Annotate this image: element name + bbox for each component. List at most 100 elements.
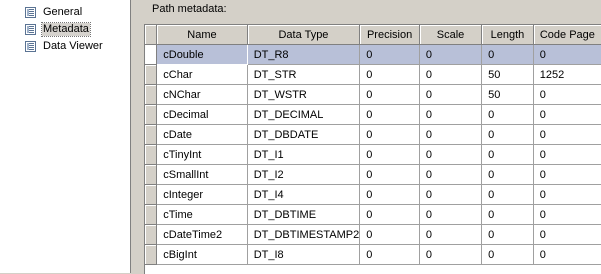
cell-precision[interactable]: 0 (359, 244, 420, 265)
column-header-length[interactable]: Length (481, 25, 534, 45)
table-row[interactable]: cNChar DT_WSTR 0 0 50 0 (145, 84, 601, 105)
cell-precision[interactable]: 0 (359, 144, 420, 165)
nav-item-general[interactable]: General (25, 5, 83, 20)
cell-name[interactable]: cNChar (156, 84, 248, 105)
row-header[interactable] (145, 204, 158, 225)
row-header[interactable] (145, 144, 158, 165)
cell-scale[interactable]: 0 (419, 164, 483, 185)
cell-scale[interactable]: 0 (419, 204, 483, 225)
nav-item-metadata[interactable]: Metadata (25, 22, 91, 37)
cell-length[interactable]: 0 (481, 124, 534, 145)
cell-name[interactable]: cDecimal (156, 104, 248, 125)
cell-length[interactable]: 0 (481, 44, 534, 65)
cell-data-type[interactable]: DT_I1 (247, 144, 361, 165)
cell-scale[interactable]: 0 (419, 244, 483, 265)
cell-code-page[interactable]: 0 (533, 104, 601, 125)
cell-scale[interactable]: 0 (419, 144, 483, 165)
cell-length[interactable]: 50 (481, 64, 534, 85)
row-header[interactable] (145, 124, 158, 145)
cell-precision[interactable]: 0 (359, 104, 420, 125)
cell-scale[interactable]: 0 (419, 84, 483, 105)
column-header-name[interactable]: Name (156, 25, 248, 45)
row-header[interactable] (145, 224, 158, 245)
cell-name[interactable]: cChar (156, 64, 248, 85)
column-header-data-type[interactable]: Data Type (247, 25, 361, 45)
cell-scale[interactable]: 0 (419, 64, 483, 85)
cell-precision[interactable]: 0 (359, 164, 420, 185)
cell-scale[interactable]: 0 (419, 44, 483, 65)
cell-code-page[interactable]: 0 (533, 144, 601, 165)
table-row[interactable]: cTime DT_DBTIME 0 0 0 0 (145, 204, 601, 225)
cell-length[interactable]: 0 (481, 104, 534, 125)
cell-name[interactable]: cBigInt (156, 244, 248, 265)
metadata-table: Name Data Type Precision Scale Length Co… (145, 25, 601, 265)
cell-data-type[interactable]: DT_STR (247, 64, 361, 85)
cell-data-type[interactable]: DT_I2 (247, 164, 361, 185)
nav-item-label: Metadata (41, 22, 91, 37)
metadata-grid[interactable]: Name Data Type Precision Scale Length Co… (144, 24, 601, 274)
cell-length[interactable]: 50 (481, 84, 534, 105)
cell-data-type[interactable]: DT_DBTIME (247, 204, 361, 225)
cell-scale[interactable]: 0 (419, 104, 483, 125)
cell-code-page[interactable]: 0 (533, 44, 601, 65)
cell-code-page[interactable]: 0 (533, 124, 601, 145)
cell-code-page[interactable]: 0 (533, 184, 601, 205)
nav-item-data-viewer[interactable]: Data Viewer (25, 39, 104, 54)
table-row[interactable]: cDouble DT_R8 0 0 0 0 (145, 44, 601, 65)
row-header[interactable] (145, 164, 158, 185)
cell-data-type[interactable]: DT_I4 (247, 184, 361, 205)
cell-precision[interactable]: 0 (359, 64, 420, 85)
row-header[interactable] (145, 184, 158, 205)
cell-data-type[interactable]: DT_DBDATE (247, 124, 361, 145)
cell-length[interactable]: 0 (481, 144, 534, 165)
cell-code-page[interactable]: 0 (533, 244, 601, 265)
column-header-code-page[interactable]: Code Page (533, 25, 601, 45)
cell-length[interactable]: 0 (481, 244, 534, 265)
column-header-precision[interactable]: Precision (359, 25, 420, 45)
cell-code-page[interactable]: 1252 (533, 64, 601, 85)
column-header-scale[interactable]: Scale (419, 25, 483, 45)
row-header[interactable] (145, 64, 158, 85)
cell-precision[interactable]: 0 (359, 184, 420, 205)
cell-length[interactable]: 0 (481, 164, 534, 185)
table-row[interactable]: cDate DT_DBDATE 0 0 0 0 (145, 124, 601, 145)
row-header[interactable] (145, 104, 158, 125)
cell-length[interactable]: 0 (481, 204, 534, 225)
cell-length[interactable]: 0 (481, 224, 534, 245)
cell-code-page[interactable]: 0 (533, 204, 601, 225)
table-row[interactable]: cTinyInt DT_I1 0 0 0 0 (145, 144, 601, 165)
table-row[interactable]: cDateTime2 DT_DBTIMESTAMP2 0 0 0 0 (145, 224, 601, 245)
row-header[interactable] (145, 84, 158, 105)
cell-precision[interactable]: 0 (359, 84, 420, 105)
cell-code-page[interactable]: 0 (533, 84, 601, 105)
cell-name[interactable]: cTinyInt (156, 144, 248, 165)
table-row[interactable]: cDecimal DT_DECIMAL 0 0 0 0 (145, 104, 601, 125)
cell-precision[interactable]: 0 (359, 204, 420, 225)
cell-scale[interactable]: 0 (419, 124, 483, 145)
table-row[interactable]: cBigInt DT_I8 0 0 0 0 (145, 244, 601, 265)
cell-name[interactable]: cInteger (156, 184, 248, 205)
cell-name[interactable]: cSmallInt (156, 164, 248, 185)
cell-data-type[interactable]: DT_DBTIMESTAMP2 (247, 224, 361, 245)
cell-code-page[interactable]: 0 (533, 164, 601, 185)
cell-scale[interactable]: 0 (419, 224, 483, 245)
cell-data-type[interactable]: DT_I8 (247, 244, 361, 265)
cell-precision[interactable]: 0 (359, 44, 420, 65)
table-row[interactable]: cSmallInt DT_I2 0 0 0 0 (145, 164, 601, 185)
table-row[interactable]: cInteger DT_I4 0 0 0 0 (145, 184, 601, 205)
cell-name[interactable]: cDouble (156, 44, 248, 65)
cell-name[interactable]: cTime (156, 204, 248, 225)
cell-data-type[interactable]: DT_R8 (247, 44, 361, 65)
row-header[interactable] (145, 44, 158, 65)
cell-precision[interactable]: 0 (359, 224, 420, 245)
row-header[interactable] (145, 244, 158, 265)
cell-name[interactable]: cDate (156, 124, 248, 145)
cell-code-page[interactable]: 0 (533, 224, 601, 245)
cell-scale[interactable]: 0 (419, 184, 483, 205)
table-row[interactable]: cChar DT_STR 0 0 50 1252 (145, 64, 601, 85)
cell-length[interactable]: 0 (481, 184, 534, 205)
cell-name[interactable]: cDateTime2 (156, 224, 248, 245)
cell-data-type[interactable]: DT_WSTR (247, 84, 361, 105)
cell-data-type[interactable]: DT_DECIMAL (247, 104, 361, 125)
cell-precision[interactable]: 0 (359, 124, 420, 145)
